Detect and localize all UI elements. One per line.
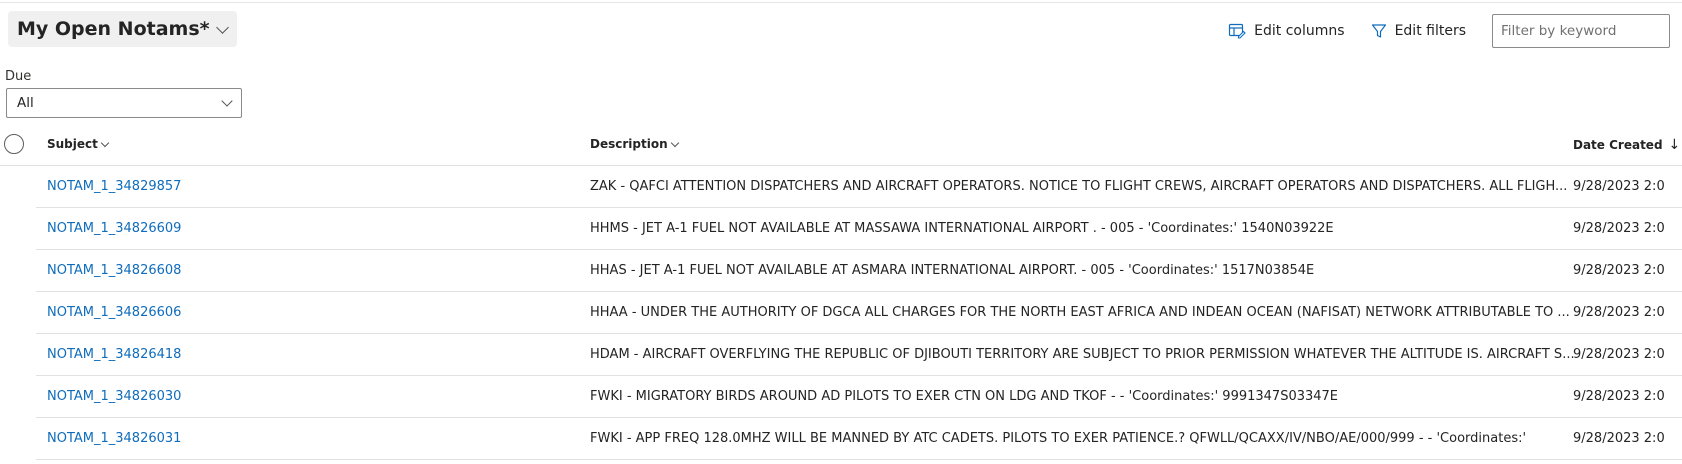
description-cell: HDAM - AIRCRAFT OVERFLYING THE REPUBLIC … — [590, 347, 1575, 362]
grid-header: Subject Description Date Created ↓ — [0, 126, 1682, 166]
chevron-down-icon — [670, 138, 679, 147]
top-divider — [0, 2, 1682, 3]
select-all-checkbox[interactable] — [4, 134, 24, 154]
description-cell: HHMS - JET A-1 FUEL NOT AVAILABLE AT MAS… — [590, 221, 1334, 236]
table-row[interactable]: NOTAM_1_34829857 ZAK - QAFCI ATTENTION D… — [36, 166, 1682, 208]
grid-toolbar: Edit columns Edit filters — [1228, 13, 1682, 49]
date-created-cell: 9/28/2023 2:0 — [1573, 389, 1665, 404]
date-created-cell: 9/28/2023 2:0 — [1573, 305, 1665, 320]
subject-link[interactable]: NOTAM_1_34829857 — [47, 179, 181, 194]
date-created-cell: 9/28/2023 2:0 — [1573, 431, 1665, 446]
due-filter-value: All — [17, 95, 34, 111]
edit-filters-label: Edit filters — [1394, 23, 1466, 39]
subject-link[interactable]: NOTAM_1_34826608 — [47, 263, 181, 278]
edit-columns-icon — [1229, 23, 1246, 39]
notams-grid: Subject Description Date Created ↓ NOTAM… — [0, 126, 1682, 460]
due-filter-dropdown[interactable]: All — [6, 88, 242, 118]
table-row[interactable]: NOTAM_1_34826418 HDAM - AIRCRAFT OVERFLY… — [36, 334, 1682, 376]
column-header-subject[interactable]: Subject — [47, 137, 110, 151]
table-row[interactable]: NOTAM_1_34826609 HHMS - JET A-1 FUEL NOT… — [36, 208, 1682, 250]
description-cell: FWKI - APP FREQ 128.0MHZ WILL BE MANNED … — [590, 431, 1527, 446]
column-header-description-label: Description — [590, 137, 668, 151]
edit-columns-label: Edit columns — [1254, 23, 1345, 39]
table-row[interactable]: NOTAM_1_34826031 FWKI - APP FREQ 128.0MH… — [36, 418, 1682, 460]
subject-link[interactable]: NOTAM_1_34826418 — [47, 347, 181, 362]
description-cell: HHAA - UNDER THE AUTHORITY OF DGCA ALL C… — [590, 305, 1570, 320]
table-row[interactable]: NOTAM_1_34826030 FWKI - MIGRATORY BIRDS … — [36, 376, 1682, 418]
edit-filters-button[interactable]: Edit filters — [1371, 23, 1466, 39]
sort-descending-icon: ↓ — [1668, 137, 1681, 153]
due-filter-label: Due — [5, 69, 32, 84]
table-row[interactable]: NOTAM_1_34826606 HHAA - UNDER THE AUTHOR… — [36, 292, 1682, 334]
chevron-down-icon — [100, 138, 110, 147]
view-selector[interactable]: My Open Notams* — [8, 11, 237, 47]
chevron-down-icon — [221, 95, 233, 107]
description-cell: FWKI - MIGRATORY BIRDS AROUND AD PILOTS … — [590, 389, 1339, 404]
subject-link[interactable]: NOTAM_1_34826031 — [47, 431, 181, 446]
chevron-down-icon — [215, 20, 229, 34]
column-header-date-created-label: Date Created — [1573, 138, 1663, 152]
edit-columns-button[interactable]: Edit columns — [1228, 23, 1345, 39]
view-title: My Open Notams* — [17, 18, 210, 40]
filter-keyword-input[interactable] — [1492, 14, 1670, 48]
table-row[interactable]: NOTAM_1_34826608 HHAS - JET A-1 FUEL NOT… — [36, 250, 1682, 292]
subject-link[interactable]: NOTAM_1_34826606 — [47, 305, 181, 320]
date-created-cell: 9/28/2023 2:0 — [1573, 179, 1665, 194]
date-created-cell: 9/28/2023 2:0 — [1573, 263, 1665, 278]
column-header-description[interactable]: Description — [590, 137, 679, 151]
column-header-subject-label: Subject — [47, 137, 98, 151]
column-header-date-created[interactable]: Date Created ↓ — [1573, 137, 1682, 153]
subject-link[interactable]: NOTAM_1_34826609 — [47, 221, 181, 236]
date-created-cell: 9/28/2023 2:0 — [1573, 347, 1665, 362]
subject-link[interactable]: NOTAM_1_34826030 — [47, 389, 181, 404]
description-cell: ZAK - QAFCI ATTENTION DISPATCHERS AND AI… — [590, 179, 1568, 194]
description-cell: HHAS - JET A-1 FUEL NOT AVAILABLE AT ASM… — [590, 263, 1315, 278]
date-created-cell: 9/28/2023 2:0 — [1573, 221, 1665, 236]
filter-icon — [1371, 24, 1386, 38]
